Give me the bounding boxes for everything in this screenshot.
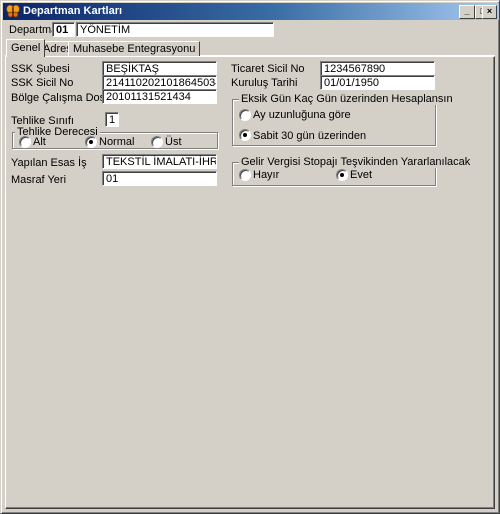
eksik-gun-sabit-radio[interactable] [239,129,251,141]
eksik-gun-sabit-label: Sabit 30 gün üzerinden [253,130,367,142]
title-bar[interactable]: Departman Kartları _ □ × [3,3,499,20]
ssk-subesi-label: SSK Şubesi [11,63,70,75]
gelir-vergisi-hayir-radio[interactable] [239,169,251,181]
ssk-sicil-field[interactable]: 21411020210186450342113 [102,75,217,90]
tehlike-alt-radio[interactable] [19,136,31,148]
ticaret-sicil-label: Ticaret Sicil No [231,63,305,75]
ssk-sicil-label: SSK Sicil No [11,77,74,89]
close-button[interactable]: × [482,5,497,19]
tehlike-ust-radio[interactable] [151,136,163,148]
gelir-vergisi-evet-label: Evet [350,169,373,181]
butterfly-icon [6,4,20,18]
departman-name-field[interactable]: YÖNETİM [76,22,274,37]
tehlike-sinifi-field[interactable]: 1 [105,112,119,127]
bolge-calisma-field[interactable]: 20101131521434 [102,89,217,104]
masraf-yeri-field[interactable]: 01 [102,171,217,186]
tab-genel[interactable]: Genel [6,39,46,57]
kurulus-tarihi-label: Kuruluş Tarihi [231,77,298,89]
tehlike-alt-label: Alt [33,136,46,148]
ssk-subesi-field[interactable]: BEŞİKTAŞ [102,61,217,76]
masraf-yeri-label: Masraf Yeri [11,174,67,186]
window-title: Departman Kartları [23,5,123,17]
ticaret-sicil-field[interactable]: 1234567890 [320,61,435,76]
departman-code-field[interactable]: 01 [52,22,75,37]
esas-is-field[interactable]: TEKSTİL İMALATI-İHRACATI [102,154,217,169]
eksik-gun-ay-label: Ay uzunluğuna göre [253,109,351,121]
tab-muhasebe-entegrasyonu[interactable]: Muhasebe Entegrasyonu [68,41,201,56]
esas-is-label: Yapılan Esas İş [11,157,87,169]
gelir-vergisi-hayir-label: Hayır [253,169,280,181]
gelir-vergisi-title: Gelir Vergisi Stopajı Teşvikinden Yararl… [239,156,473,168]
departman-kartlari-window: Departman Kartları _ □ × Departman 01 YÖ… [0,0,500,514]
minimize-button[interactable]: _ [459,5,475,19]
eksik-gun-ay-radio[interactable] [239,109,251,121]
tehlike-normal-radio[interactable] [85,136,97,148]
kurulus-tarihi-field[interactable]: 01/01/1950 [320,75,435,90]
tehlike-ust-label: Üst [165,136,182,148]
tehlike-normal-label: Normal [99,136,135,148]
gelir-vergisi-evet-radio[interactable] [336,169,348,181]
eksik-gun-title: Eksik Gün Kaç Gün üzerinden Hesaplansın [239,93,455,105]
